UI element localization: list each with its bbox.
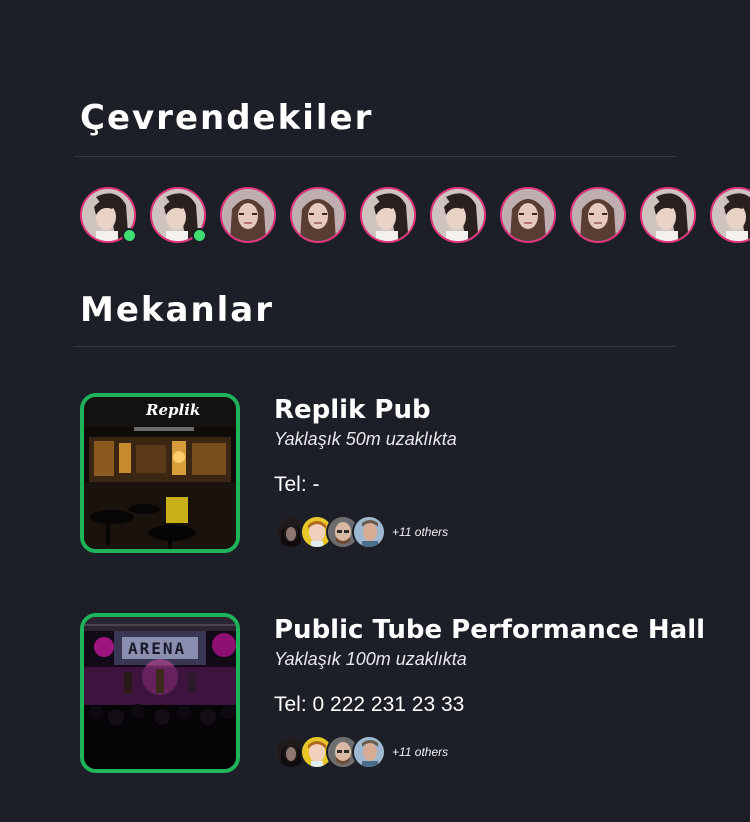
person-avatar[interactable] [500,187,556,243]
page: Çevrendekiler Mekanlar Replik Replik Pub… [0,0,750,822]
venues-section-title: Mekanlar [80,290,275,330]
venue-phone[interactable]: Tel: - [274,473,320,497]
people-divider [74,156,677,157]
others-count[interactable]: +11 others [392,745,448,759]
attendee-avatar [352,515,386,549]
venue-image-sign: ARENA [128,639,187,658]
avatar-photo [362,189,414,241]
people-section-title: Çevrendekiler [80,98,374,138]
person-avatar[interactable] [640,187,696,243]
venues-divider [74,346,677,347]
venue-card-public-tube[interactable]: ARENA Public Tube Performance Hall Yakla… [80,613,720,773]
venue-image[interactable]: Replik [80,393,240,553]
avatar-photo [712,189,750,241]
person-avatar[interactable] [220,187,276,243]
avatar-photo [502,189,554,241]
bar-interior-image [84,397,236,549]
venue-attendees[interactable]: +11 others [274,515,448,549]
venue-card-replik[interactable]: Replik Replik Pub Yaklaşık 50m uzaklıkta… [80,393,720,553]
person-avatar[interactable] [570,187,626,243]
venue-name[interactable]: Replik Pub [274,395,431,425]
avatar-photo [572,189,624,241]
person-avatar[interactable] [290,187,346,243]
avatar-photo [432,189,484,241]
others-count[interactable]: +11 others [392,525,448,539]
avatar-photo [642,189,694,241]
venue-image[interactable]: ARENA [80,613,240,773]
venue-name[interactable]: Public Tube Performance Hall [274,615,705,645]
person-avatar[interactable] [710,187,750,243]
people-row [80,187,750,243]
avatar-photo [292,189,344,241]
person-avatar[interactable] [430,187,486,243]
venue-phone[interactable]: Tel: 0 222 231 23 33 [274,693,464,717]
venue-image-sign: Replik [146,401,201,419]
venue-distance: Yaklaşık 100m uzaklıkta [274,649,467,669]
person-avatar[interactable] [360,187,416,243]
avatar-photo [222,189,274,241]
attendee-avatar [352,735,386,769]
venue-attendees[interactable]: +11 others [274,735,448,769]
venue-distance: Yaklaşık 50m uzaklıkta [274,429,457,449]
online-status-dot [122,228,137,243]
online-status-dot [192,228,207,243]
person-avatar[interactable] [80,187,137,243]
person-avatar[interactable] [150,187,207,243]
